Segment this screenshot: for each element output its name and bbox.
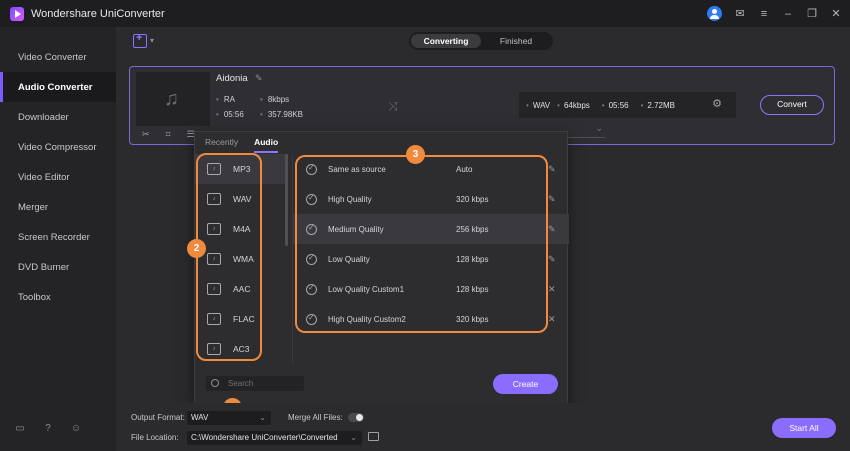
edit-icon[interactable]: ✎ xyxy=(548,254,556,265)
callout-badge-3: 3 xyxy=(406,145,425,164)
maximize-icon[interactable]: ❐ xyxy=(806,8,818,20)
delete-icon[interactable]: ✕ xyxy=(548,284,556,295)
convert-button[interactable]: Convert xyxy=(760,95,824,115)
source-duration: 05:56 xyxy=(216,110,244,119)
title-bar: Wondershare UniConverter ✉ ≡ – ❐ ✕ xyxy=(0,0,850,27)
search-icon xyxy=(211,379,219,387)
crop-icon[interactable]: ⌗ xyxy=(166,129,171,140)
sidebar: Video Converter Audio Converter Download… xyxy=(0,27,116,451)
edit-icon[interactable]: ✎ xyxy=(548,164,556,175)
thumbnail-tools: ✂ ⌗ ☰ xyxy=(142,129,195,140)
output-info: WAV 64kbps 05:56 2.72MB xyxy=(519,92,736,118)
edit-icon[interactable]: ✎ xyxy=(548,194,556,205)
audio-thumbnail: ♫ xyxy=(136,72,210,126)
format-search xyxy=(206,376,304,391)
panel-tabs: Recently Audio xyxy=(205,137,279,153)
file-name: Aidonia xyxy=(216,73,248,84)
tab-finished[interactable]: Finished xyxy=(481,34,551,48)
convert-arrow-icon: ⤨ xyxy=(388,99,398,113)
sidebar-item-merger[interactable]: Merger xyxy=(0,192,116,222)
account-icon[interactable]: ☺ xyxy=(70,423,82,435)
app-logo-icon xyxy=(10,6,24,21)
sidebar-item-video-converter[interactable]: Video Converter xyxy=(0,42,116,72)
search-input[interactable] xyxy=(228,377,300,390)
bottom-bar: Output Format: WAV ⌄ Merge All Files: Fil… xyxy=(116,403,850,451)
edit-name-icon[interactable]: ✎ xyxy=(255,73,263,84)
output-size: 2.72MB xyxy=(641,101,675,110)
sidebar-item-screen-recorder[interactable]: Screen Recorder xyxy=(0,222,116,252)
menu-icon[interactable]: ≡ xyxy=(758,8,770,20)
edit-icon[interactable]: ✎ xyxy=(548,224,556,235)
output-duration: 05:56 xyxy=(602,101,629,110)
sidebar-item-video-editor[interactable]: Video Editor xyxy=(0,162,116,192)
window-controls: ✉ ≡ – ❐ ✕ xyxy=(707,6,842,21)
chevron-down-icon: ⌄ xyxy=(350,433,357,442)
file-location-label: File Location: xyxy=(131,433,179,442)
app-title: Wondershare UniConverter xyxy=(31,7,165,20)
output-format: WAV xyxy=(526,101,550,110)
create-button[interactable]: Create xyxy=(493,374,558,394)
output-format-select[interactable]: WAV ⌄ xyxy=(187,411,271,425)
start-all-button[interactable]: Start All xyxy=(772,418,836,438)
help-icon[interactable]: ? xyxy=(42,423,54,435)
tab-converting[interactable]: Converting xyxy=(411,34,481,48)
file-location-select[interactable]: C:\Wondershare UniConverter\Converted ⌄ xyxy=(187,431,362,445)
source-format: RA xyxy=(216,95,235,104)
chevron-down-icon: ⌄ xyxy=(259,413,266,422)
chevron-down-icon[interactable]: ▾ xyxy=(150,36,154,45)
sidebar-item-toolbox[interactable]: Toolbox xyxy=(0,282,116,312)
sidebar-item-downloader[interactable]: Downloader xyxy=(0,102,116,132)
output-format-value: WAV xyxy=(191,413,209,422)
callout-ring-qualities xyxy=(295,155,548,333)
file-location-value: C:\Wondershare UniConverter\Converted xyxy=(191,433,338,442)
sidebar-item-video-compressor[interactable]: Video Compressor xyxy=(0,132,116,162)
sidebar-bottom-icons: ▭ ? ☺ xyxy=(14,423,82,435)
mail-icon[interactable]: ✉ xyxy=(734,8,746,20)
settings-gear-icon[interactable]: ⚙ xyxy=(707,97,727,113)
merge-label: Merge All Files: xyxy=(288,413,343,422)
book-icon[interactable]: ▭ xyxy=(14,423,26,435)
callout-badge-2: 2 xyxy=(187,239,206,258)
source-bitrate: 8kbps xyxy=(260,95,289,104)
merge-toggle[interactable] xyxy=(348,413,364,422)
format-list-scrollbar[interactable] xyxy=(285,154,288,246)
music-note-icon: ♫ xyxy=(164,88,179,110)
source-size: 357.98KB xyxy=(260,110,303,119)
output-bitrate: 64kbps xyxy=(557,101,590,110)
sidebar-item-dvd-burner[interactable]: DVD Burner xyxy=(0,252,116,282)
close-icon[interactable]: ✕ xyxy=(830,8,842,20)
user-icon[interactable] xyxy=(707,6,722,21)
delete-icon[interactable]: ✕ xyxy=(548,314,556,325)
add-file-icon[interactable] xyxy=(133,32,147,48)
folder-icon[interactable] xyxy=(368,432,379,441)
trim-icon[interactable]: ✂ xyxy=(142,129,150,140)
minimize-icon[interactable]: – xyxy=(782,8,794,20)
callout-ring-formats xyxy=(196,153,262,361)
tab-audio[interactable]: Audio xyxy=(254,137,279,153)
tab-recently[interactable]: Recently xyxy=(205,137,238,153)
converting-finished-tabs: Converting Finished xyxy=(409,32,553,50)
output-format-label: Output Format: xyxy=(131,413,185,422)
sidebar-item-audio-converter[interactable]: Audio Converter xyxy=(0,72,116,102)
